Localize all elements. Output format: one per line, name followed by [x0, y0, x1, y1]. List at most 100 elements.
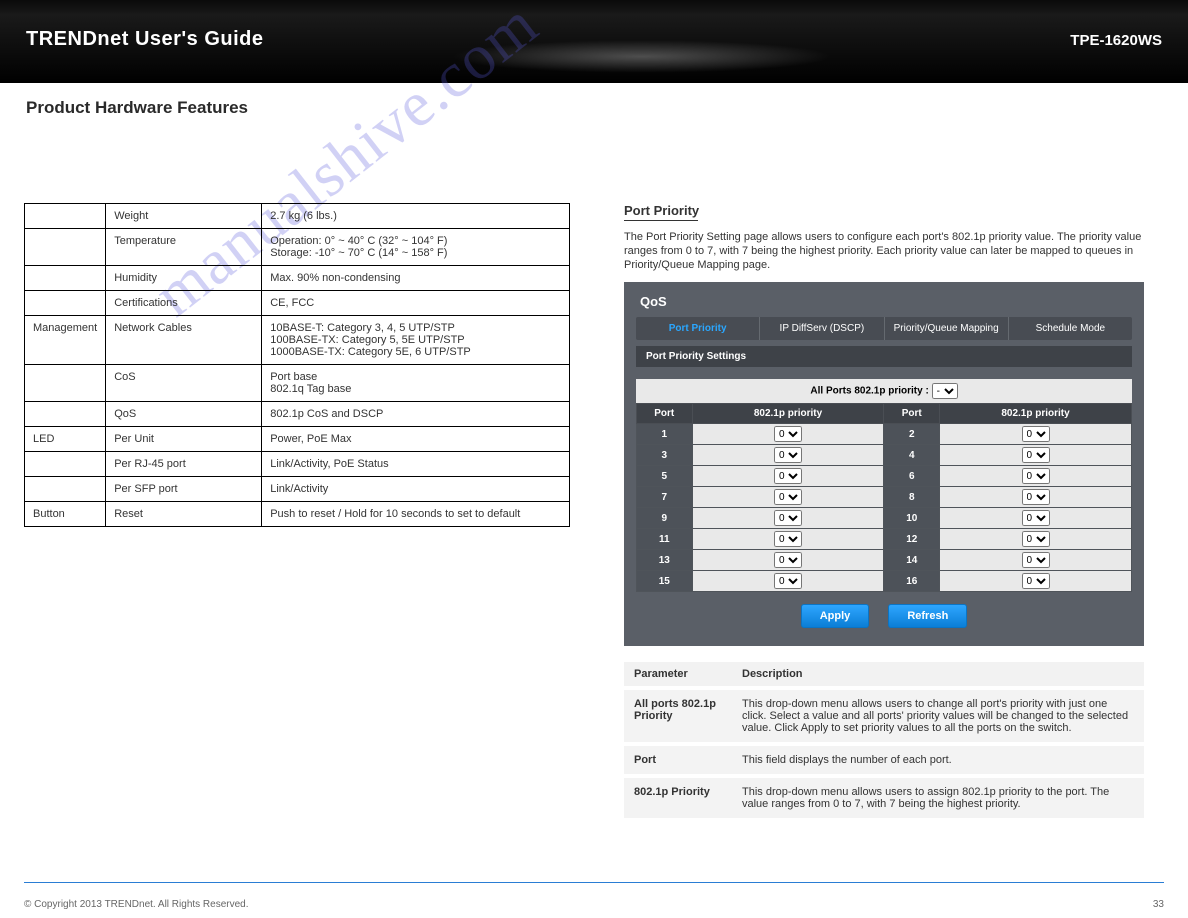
spec-value: Push to reset / Hold for 10 seconds to s…	[262, 502, 570, 527]
port-number: 5	[637, 466, 693, 487]
spec-value: Link/Activity, PoE Status	[262, 452, 570, 477]
refresh-button[interactable]: Refresh	[888, 604, 967, 628]
spec-label: Per RJ-45 port	[106, 452, 262, 477]
spec-label: Certifications	[106, 291, 262, 316]
spec-group	[25, 477, 106, 502]
port-priority-select[interactable]: 0	[774, 573, 802, 589]
port-priority-select[interactable]: 0	[1022, 573, 1050, 589]
desc-row-text: This field displays the number of each p…	[732, 744, 1144, 776]
spec-label: Reset	[106, 502, 262, 527]
spec-group	[25, 452, 106, 477]
spec-table: Weight2.7 kg (6 lbs.)TemperatureOperatio…	[24, 203, 570, 527]
spec-group	[25, 229, 106, 266]
heading-underline	[624, 220, 698, 221]
port-priority-select[interactable]: 0	[1022, 510, 1050, 526]
qos-title: QoS	[640, 294, 1132, 309]
right-column: Port Priority The Port Priority Setting …	[624, 203, 1164, 818]
page-number: 33	[1153, 899, 1164, 910]
spec-label: Per SFP port	[106, 477, 262, 502]
port-priority-cell: 0	[940, 508, 1132, 529]
desc-row-text: This drop-down menu allows users to assi…	[732, 776, 1144, 818]
port-priority-cell: 0	[940, 424, 1132, 445]
spec-group	[25, 402, 106, 427]
guide-title: TRENDnet User's Guide	[26, 28, 264, 51]
port-number: 12	[884, 529, 940, 550]
port-priority-select[interactable]: 0	[1022, 552, 1050, 568]
port-priority-select[interactable]: 0	[1022, 447, 1050, 463]
port-priority-select[interactable]: 0	[774, 468, 802, 484]
port-priority-cell: 0	[692, 529, 884, 550]
product-model: TPE-1620WS	[1070, 32, 1162, 49]
tab-priority-queue-mapping[interactable]: Priority/Queue Mapping	[885, 317, 1009, 340]
port-priority-select[interactable]: 0	[774, 447, 802, 463]
page-footer: © Copyright 2013 TRENDnet. All Rights Re…	[0, 882, 1188, 918]
port-priority-cell: 0	[692, 445, 884, 466]
port-priority-cell: 0	[940, 529, 1132, 550]
port-priority-cell: 0	[692, 571, 884, 592]
port-number: 4	[884, 445, 940, 466]
desc-row-label: 802.1p Priority	[624, 776, 732, 818]
port-number: 2	[884, 424, 940, 445]
spec-value: Power, PoE Max	[262, 427, 570, 452]
button-row: Apply Refresh	[636, 592, 1132, 630]
port-priority-select[interactable]: 0	[774, 531, 802, 547]
port-priority-select[interactable]: 0	[1022, 489, 1050, 505]
apply-button[interactable]: Apply	[801, 604, 870, 628]
port-priority-select[interactable]: 0	[774, 426, 802, 442]
parameter-desc-table: Parameter Description All ports 802.1p P…	[624, 662, 1144, 818]
spec-value: 2.7 kg (6 lbs.)	[262, 204, 570, 229]
qos-tabs: Port Priority IP DiffServ (DSCP) Priorit…	[636, 317, 1132, 340]
port-priority-select[interactable]: 0	[1022, 531, 1050, 547]
port-priority-description: The Port Priority Setting page allows us…	[624, 231, 1164, 272]
spec-label: Temperature	[106, 229, 262, 266]
spec-label: CoS	[106, 365, 262, 402]
port-priority-select[interactable]: 0	[1022, 468, 1050, 484]
port-number: 7	[637, 487, 693, 508]
port-number: 14	[884, 550, 940, 571]
port-priority-select[interactable]: 0	[774, 489, 802, 505]
copyright: © Copyright 2013 TRENDnet. All Rights Re…	[24, 899, 249, 910]
desc-row-label: Port	[624, 744, 732, 776]
desc-row-text: This drop-down menu allows users to chan…	[732, 688, 1144, 744]
spec-group	[25, 266, 106, 291]
tab-port-priority[interactable]: Port Priority	[636, 317, 760, 340]
port-priority-cell: 0	[692, 424, 884, 445]
port-number: 11	[637, 529, 693, 550]
spec-value: Link/Activity	[262, 477, 570, 502]
port-priority-cell: 0	[692, 487, 884, 508]
spec-value: 802.1p CoS and DSCP	[262, 402, 570, 427]
all-ports-select[interactable]: -	[932, 383, 958, 399]
tab-ip-diffserv[interactable]: IP DiffServ (DSCP)	[760, 317, 884, 340]
all-ports-row: All Ports 802.1p priority : -	[636, 379, 1132, 403]
desc-row-label: All ports 802.1p Priority	[624, 688, 732, 744]
qos-panel: QoS Port Priority IP DiffServ (DSCP) Pri…	[624, 282, 1144, 646]
spec-value: Port base802.1q Tag base	[262, 365, 570, 402]
desc-header-description: Description	[732, 662, 1144, 688]
col-port-left: Port	[637, 404, 693, 424]
port-priority-cell: 0	[940, 445, 1132, 466]
port-priority-select[interactable]: 0	[1022, 426, 1050, 442]
spec-value: Operation: 0° ~ 40° C (32° ~ 104° F)Stor…	[262, 229, 570, 266]
top-banner: TRENDnet User's Guide TPE-1620WS	[0, 0, 1188, 83]
spec-value: Max. 90% non-condensing	[262, 266, 570, 291]
port-priority-cell: 0	[940, 571, 1132, 592]
port-number: 8	[884, 487, 940, 508]
col-port-right: Port	[884, 404, 940, 424]
spec-label: QoS	[106, 402, 262, 427]
all-ports-label: All Ports 802.1p priority :	[810, 386, 928, 397]
port-number: 3	[637, 445, 693, 466]
port-number: 10	[884, 508, 940, 529]
port-priority-cell: 0	[940, 487, 1132, 508]
port-number: 1	[637, 424, 693, 445]
priority-inner-box: All Ports 802.1p priority : - Port 802.1…	[636, 379, 1132, 592]
port-priority-cell: 0	[940, 550, 1132, 571]
desc-header-parameter: Parameter	[624, 662, 732, 688]
spec-group: Button	[25, 502, 106, 527]
port-priority-select[interactable]: 0	[774, 510, 802, 526]
port-number: 9	[637, 508, 693, 529]
col-priority-left: 802.1p priority	[692, 404, 884, 424]
spec-table-container: Weight2.7 kg (6 lbs.)TemperatureOperatio…	[24, 203, 570, 527]
port-priority-select[interactable]: 0	[774, 552, 802, 568]
tab-schedule-mode[interactable]: Schedule Mode	[1009, 317, 1132, 340]
spec-group	[25, 365, 106, 402]
